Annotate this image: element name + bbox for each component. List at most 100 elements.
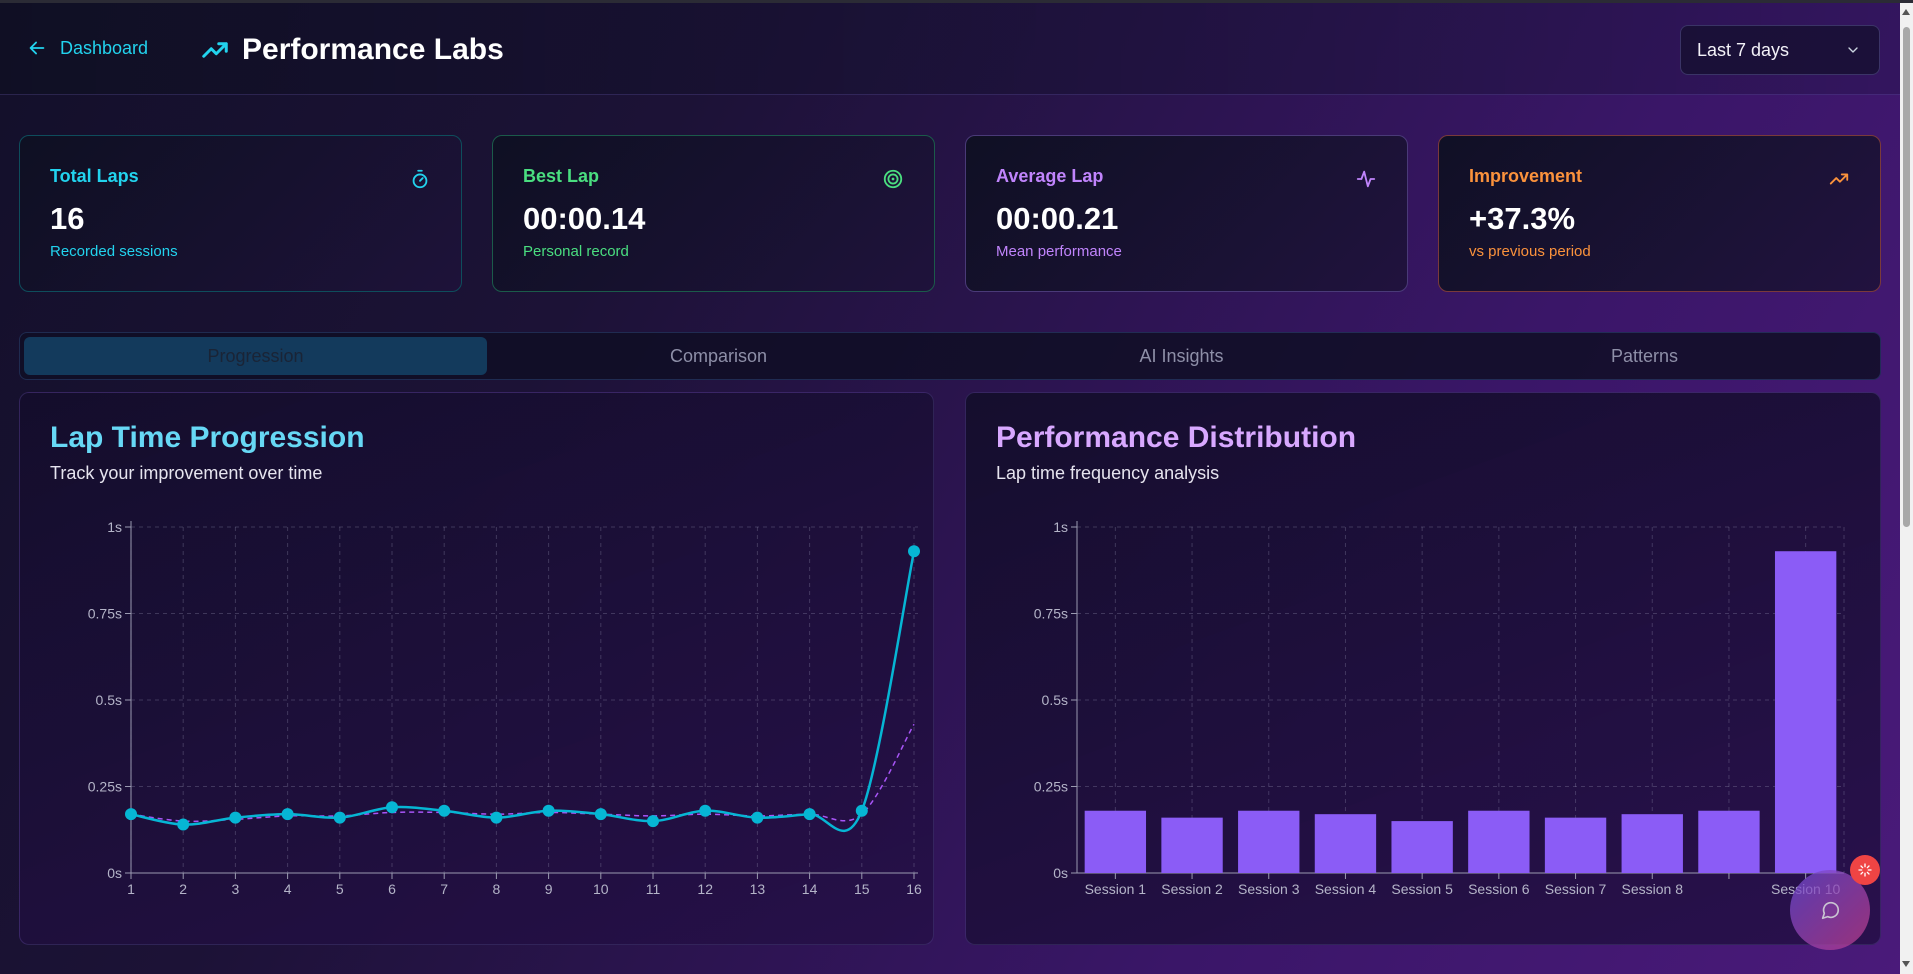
trend-line (130, 723, 915, 823)
bar (1621, 814, 1683, 873)
sparkle-badge-button[interactable] (1850, 855, 1880, 885)
tab-ai-insights[interactable]: AI Insights (950, 337, 1413, 375)
x-tick-label: Session 3 (1238, 881, 1300, 897)
stat-card-total-laps: Total Laps 16 Recorded sessions (19, 135, 462, 292)
data-point (438, 804, 451, 817)
stat-value: 00:00.14 (523, 201, 646, 236)
view-tabs: Progression Comparison AI Insights Patte… (19, 332, 1881, 380)
data-point (125, 808, 137, 821)
x-tick-label: Session 7 (1545, 881, 1607, 897)
x-tick-label: Session 5 (1391, 881, 1453, 897)
data-point (542, 804, 555, 817)
stat-label: Best Lap (523, 166, 600, 186)
activity-icon (1356, 170, 1376, 188)
target-icon (883, 169, 903, 189)
data-point (333, 811, 346, 824)
data-point (229, 811, 242, 824)
tab-progression[interactable]: Progression (24, 337, 487, 375)
scroll-up-arrow-icon[interactable] (1902, 9, 1910, 15)
stat-card-best-lap: Best Lap 00:00.14 Personal record (492, 135, 935, 292)
bar (1698, 810, 1760, 873)
arrow-left-icon (29, 41, 45, 55)
bar (1084, 810, 1147, 873)
x-tick-label: Session 2 (1161, 881, 1223, 897)
x-tick-label: 10 (593, 881, 609, 897)
stat-subtext: vs previous period (1469, 243, 1591, 260)
back-to-dashboard-link[interactable]: Dashboard (26, 37, 148, 59)
data-point (647, 815, 659, 828)
y-tick-label: 1s (1053, 519, 1068, 535)
stat-label: Average Lap (996, 166, 1104, 186)
x-tick-label: 9 (545, 881, 553, 897)
bar (1544, 817, 1607, 873)
stat-value: +37.3% (1469, 201, 1576, 236)
back-label: Dashboard (60, 37, 149, 58)
date-range-value: Last 7 days (1697, 39, 1790, 60)
y-tick-label: 0.25s (1034, 779, 1068, 795)
bar (1774, 551, 1837, 873)
y-tick-label: 0.25s (88, 779, 122, 795)
y-tick-label: 0.5s (1042, 692, 1068, 708)
lap-time-progression-panel: Lap Time Progression Track your improvem… (19, 392, 934, 945)
tab-patterns[interactable]: Patterns (1413, 337, 1876, 375)
y-tick-label: 1s (107, 519, 122, 535)
bar (1391, 821, 1453, 873)
y-tick-label: 0.75s (88, 606, 122, 622)
data-point (177, 818, 190, 831)
stat-card-improvement: Improvement +37.3% vs previous period (1438, 135, 1881, 292)
data-point (751, 811, 764, 824)
y-tick-label: 0s (1053, 865, 1068, 881)
x-tick-label: 8 (493, 881, 501, 897)
x-tick-label: 1 (127, 881, 135, 897)
x-tick-label: 3 (232, 881, 240, 897)
stat-label: Improvement (1469, 166, 1583, 186)
x-tick-label: 14 (802, 881, 818, 897)
y-tick-label: 0.5s (96, 692, 122, 708)
x-tick-label: Session 6 (1468, 881, 1530, 897)
stat-value: 16 (50, 201, 85, 236)
x-tick-label: 6 (388, 881, 396, 897)
x-tick-label: 7 (440, 881, 448, 897)
chat-bubble-icon (1821, 901, 1840, 920)
page-title: Performance Labs (242, 33, 504, 66)
tab-comparison[interactable]: Comparison (487, 337, 950, 375)
scroll-down-arrow-icon[interactable] (1902, 961, 1910, 967)
data-point (490, 811, 503, 824)
x-tick-label: Session 1 (1085, 881, 1147, 897)
stat-label: Total Laps (50, 166, 139, 186)
x-tick-label: 13 (750, 881, 766, 897)
bar (1314, 814, 1377, 873)
lap-time-line-chart: 0s0.25s0.5s0.75s1s1 2 3 4 5 6 7 8 9 10 11 12 13 14 15 1… (88, 519, 922, 897)
stat-subtext: Mean performance (996, 243, 1122, 260)
page-scrollbar[interactable] (1900, 3, 1913, 974)
x-tick-label: 12 (697, 881, 713, 897)
trending-up-icon (202, 42, 228, 58)
data-point (855, 804, 868, 817)
x-tick-label: Session 4 (1315, 881, 1377, 897)
y-tick-label: 0.75s (1034, 606, 1068, 622)
data-point (699, 804, 712, 817)
chevron-down-icon (1848, 47, 1858, 53)
date-range-select[interactable]: Last 7 days (1680, 25, 1880, 75)
bar (1238, 810, 1300, 873)
stopwatch-icon (412, 169, 428, 189)
lap-time-line (130, 550, 916, 833)
x-tick-label: 2 (179, 881, 187, 897)
x-tick-label: 15 (854, 881, 870, 897)
scroll-thumb[interactable] (1903, 27, 1910, 527)
x-tick-label: 4 (284, 881, 292, 897)
x-tick-label: 16 (906, 881, 922, 897)
y-tick-label: 0s (107, 865, 122, 881)
data-point (594, 808, 607, 821)
page-header: Dashboard Performance Labs Last 7 days (0, 3, 1900, 95)
page-title-group: Performance Labs (200, 33, 504, 67)
data-point (908, 545, 920, 558)
stat-card-average-lap: Average Lap 00:00.21 Mean performance (965, 135, 1408, 292)
bar (1161, 817, 1223, 873)
bar (1468, 810, 1530, 873)
trending-up-icon (1829, 173, 1849, 185)
x-tick-label: Session 8 (1622, 881, 1684, 897)
lap-time-bar-chart: 0s 0.25s 0.5s 0.75s 1s Session 1 Session 2 Sess… (1034, 519, 1845, 897)
x-tick-label: 5 (336, 881, 344, 897)
stat-subtext: Recorded sessions (50, 243, 178, 260)
